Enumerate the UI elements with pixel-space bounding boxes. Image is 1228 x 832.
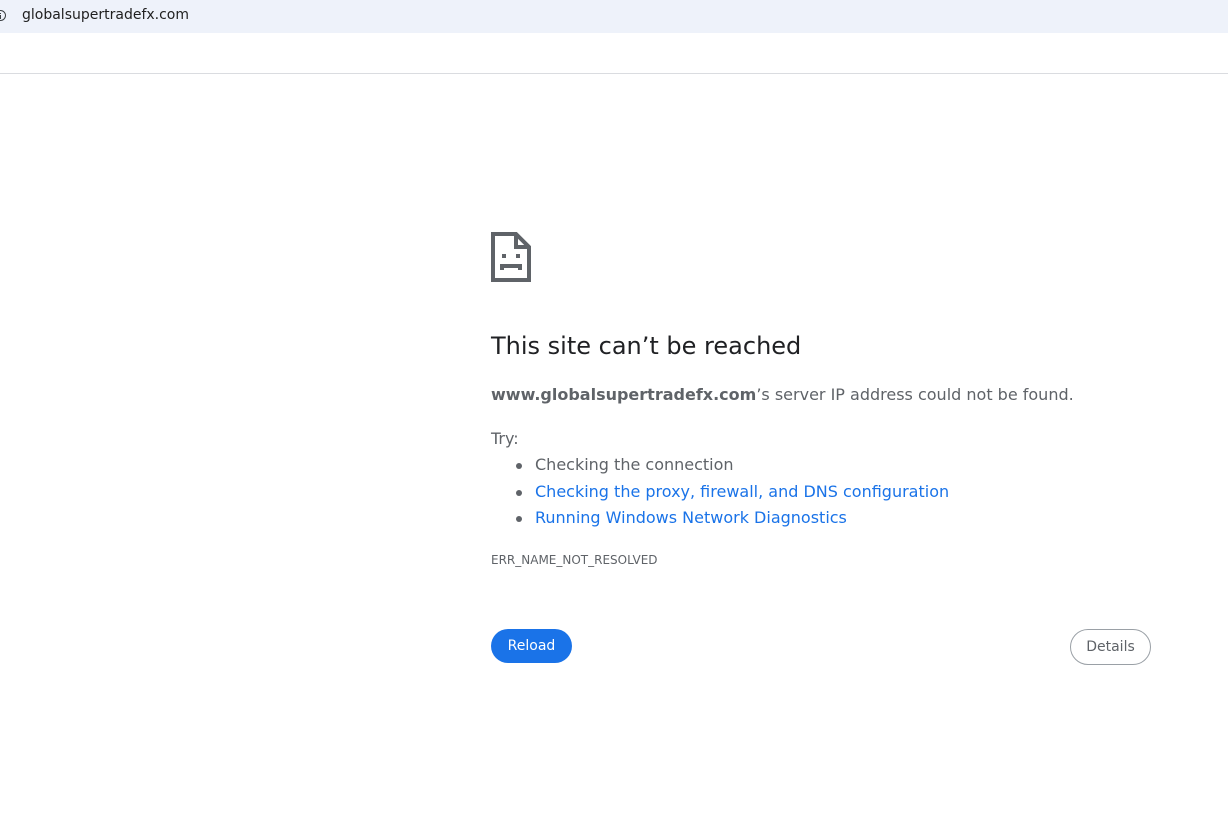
suggestion-check-connection: Checking the connection: [535, 455, 734, 474]
suggestions-list: Checking the connection Checking the pro…: [491, 453, 949, 533]
summary-domain: www.globalsupertradefx.com: [491, 385, 757, 404]
reload-button[interactable]: Reload: [491, 629, 572, 663]
network-diagnostics-link[interactable]: Running Windows Network Diagnostics: [535, 508, 847, 527]
suggestion-item[interactable]: Running Windows Network Diagnostics: [515, 506, 949, 533]
suggestion-item[interactable]: Checking the proxy, firewall, and DNS co…: [515, 480, 949, 507]
page-title: This site can’t be reached: [491, 332, 802, 360]
proxy-firewall-dns-link[interactable]: Checking the proxy, firewall, and DNS co…: [535, 482, 949, 501]
error-summary: www.globalsupertradefx.com’s server IP a…: [491, 385, 1074, 404]
url-text[interactable]: globalsupertradefx.com: [22, 7, 189, 23]
summary-text: ’s server IP address could not be found.: [756, 385, 1074, 404]
details-button[interactable]: Details: [1070, 629, 1151, 665]
address-bar[interactable]: globalsupertradefx.com: [0, 0, 1228, 33]
error-code: ERR_NAME_NOT_RESOLVED: [491, 553, 658, 567]
suggestion-item: Checking the connection: [515, 453, 949, 480]
bookmarks-bar: [0, 33, 1228, 74]
try-label: Try:: [491, 429, 519, 448]
sad-file-icon: [491, 232, 531, 282]
info-icon[interactable]: [0, 10, 6, 21]
